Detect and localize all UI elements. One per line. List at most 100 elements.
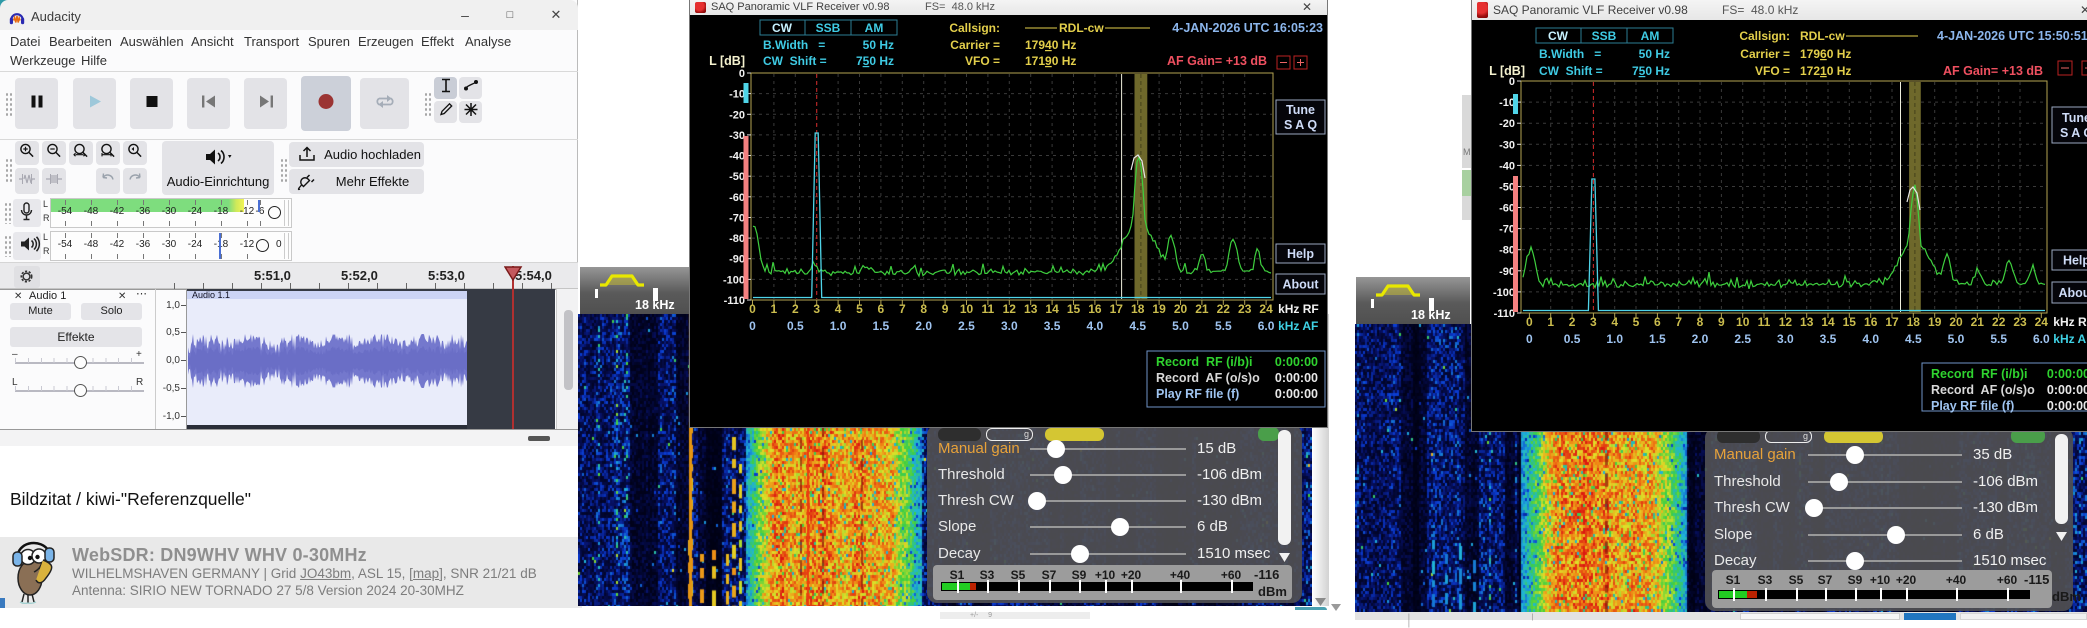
svg-text:0.5: 0.5	[787, 319, 804, 333]
svg-text:Callsign:: Callsign:	[949, 21, 1000, 35]
svg-text:SSB: SSB	[1592, 29, 1617, 43]
svg-text:0: 0	[749, 319, 756, 333]
svg-text:21: 21	[1195, 302, 1209, 316]
svg-text:5.0: 5.0	[1172, 319, 1189, 333]
svg-text:About: About	[1282, 278, 1319, 292]
svg-text:10: 10	[960, 302, 974, 316]
svg-text:4: 4	[835, 302, 842, 316]
svg-text:3.0: 3.0	[1001, 319, 1018, 333]
svg-text:0:00:00: 0:00:00	[1275, 387, 1318, 401]
svg-text:SSB: SSB	[816, 21, 841, 35]
svg-text:11: 11	[1758, 315, 1771, 329]
svg-text:16: 16	[1864, 315, 1878, 329]
svg-text:10: 10	[1736, 315, 1750, 329]
svg-text:-50: -50	[729, 171, 745, 183]
svg-text:-10: -10	[1499, 97, 1515, 109]
svg-text:CW: CW	[1548, 29, 1569, 43]
svg-text:7: 7	[899, 302, 906, 316]
svg-text:-10: -10	[729, 89, 745, 101]
svg-text:1: 1	[1547, 315, 1554, 329]
svg-text:1: 1	[771, 302, 778, 316]
svg-text:0:00:00: 0:00:00	[2047, 399, 2087, 413]
svg-text:5.5: 5.5	[1990, 332, 2007, 346]
svg-text:17190 Hz: 17190 Hz	[1025, 54, 1076, 68]
svg-text:5: 5	[1633, 315, 1640, 329]
svg-text:19: 19	[1152, 302, 1166, 316]
svg-text:-30: -30	[729, 130, 745, 142]
svg-text:3: 3	[813, 302, 820, 316]
svg-text:6: 6	[1654, 315, 1661, 329]
svg-text:-30: -30	[1499, 139, 1515, 151]
svg-text:11: 11	[982, 302, 995, 316]
svg-text:-40: -40	[729, 151, 745, 163]
svg-text:9: 9	[942, 302, 949, 316]
svg-text:13: 13	[1024, 302, 1038, 316]
svg-text:Callsign:: Callsign:	[1739, 29, 1790, 43]
svg-text:Help: Help	[2063, 254, 2087, 268]
svg-text:3.5: 3.5	[1820, 332, 1837, 346]
svg-text:2.5: 2.5	[958, 319, 975, 333]
svg-text:18: 18	[1131, 302, 1145, 316]
svg-text:-90: -90	[1499, 266, 1515, 278]
svg-text:4.0: 4.0	[1087, 319, 1104, 333]
svg-text:Play RF file (f): Play RF file (f)	[1931, 399, 2014, 413]
svg-text:Record AF (o/s)o: Record AF (o/s)o	[1931, 383, 2035, 397]
svg-text:CW: CW	[772, 21, 793, 35]
svg-text:2.0: 2.0	[915, 319, 932, 333]
svg-text:18: 18	[1907, 315, 1921, 329]
svg-text:0.5: 0.5	[1564, 332, 1581, 346]
svg-text:2.0: 2.0	[1692, 332, 1709, 346]
svg-text:-50: -50	[1499, 182, 1515, 194]
svg-text:CW Shift =: CW Shift =	[1539, 64, 1603, 78]
svg-text:Help: Help	[1287, 247, 1314, 261]
svg-text:RDL-cw: RDL-cw	[1059, 21, 1104, 35]
svg-text:L [dB]: L [dB]	[709, 54, 745, 68]
svg-text:Play RF file (f): Play RF file (f)	[1156, 387, 1239, 401]
svg-text:2: 2	[1569, 315, 1576, 329]
svg-text:Carrier =: Carrier =	[950, 38, 1000, 52]
svg-text:4.0: 4.0	[1862, 332, 1879, 346]
svg-text:B.Width =: B.Width =	[763, 38, 825, 52]
svg-text:VFO =: VFO =	[965, 54, 1000, 68]
svg-text:-90: -90	[729, 254, 745, 266]
svg-text:0:00:00: 0:00:00	[1275, 355, 1318, 369]
svg-text:15: 15	[1843, 315, 1857, 329]
svg-text:Tune: Tune	[2062, 111, 2087, 125]
svg-text:23: 23	[1238, 302, 1252, 316]
svg-text:-100: -100	[1493, 287, 1515, 299]
svg-text:17: 17	[1110, 302, 1124, 316]
svg-text:750 Hz: 750 Hz	[856, 54, 894, 68]
svg-text:17960 Hz: 17960 Hz	[1800, 47, 1851, 61]
svg-text:1.0: 1.0	[830, 319, 847, 333]
svg-text:8: 8	[920, 302, 927, 316]
svg-text:0:00:00: 0:00:00	[1275, 371, 1318, 385]
svg-text:1.0: 1.0	[1606, 332, 1623, 346]
svg-text:21: 21	[1971, 315, 1985, 329]
svg-text:6.0: 6.0	[2033, 332, 2050, 346]
svg-text:RDL-cw: RDL-cw	[1800, 29, 1845, 43]
svg-text:kHz AF: kHz AF	[1278, 319, 1318, 333]
svg-text:-110: -110	[1494, 308, 1515, 320]
svg-text:1.5: 1.5	[1649, 332, 1666, 346]
svg-text:CW Shift =: CW Shift =	[763, 54, 827, 68]
svg-text:750 Hz: 750 Hz	[1632, 64, 1670, 78]
svg-text:4-JAN-2026 UTC 15:50:51: 4-JAN-2026 UTC 15:50:51	[1937, 29, 2087, 43]
svg-text:S A Q: S A Q	[2060, 126, 2087, 140]
svg-text:7: 7	[1675, 315, 1682, 329]
svg-text:22: 22	[1992, 315, 2006, 329]
svg-text:0: 0	[739, 68, 745, 80]
svg-text:kHz RF: kHz RF	[2053, 315, 2087, 329]
svg-text:14: 14	[1821, 315, 1835, 329]
svg-text:22: 22	[1217, 302, 1231, 316]
svg-text:50 Hz: 50 Hz	[1639, 47, 1670, 61]
svg-text:Record RF (i/b)i: Record RF (i/b)i	[1156, 355, 1253, 369]
svg-text:2: 2	[792, 302, 799, 316]
svg-text:-100: -100	[723, 274, 745, 286]
svg-text:B.Width =: B.Width =	[1539, 47, 1601, 61]
svg-text:20: 20	[1949, 315, 1963, 329]
svg-text:3.5: 3.5	[1044, 319, 1061, 333]
svg-text:4-JAN-2026 UTC 16:05:23: 4-JAN-2026 UTC 16:05:23	[1172, 21, 1323, 35]
svg-text:-40: -40	[1499, 160, 1515, 172]
svg-text:20: 20	[1174, 302, 1188, 316]
svg-text:13: 13	[1800, 315, 1814, 329]
